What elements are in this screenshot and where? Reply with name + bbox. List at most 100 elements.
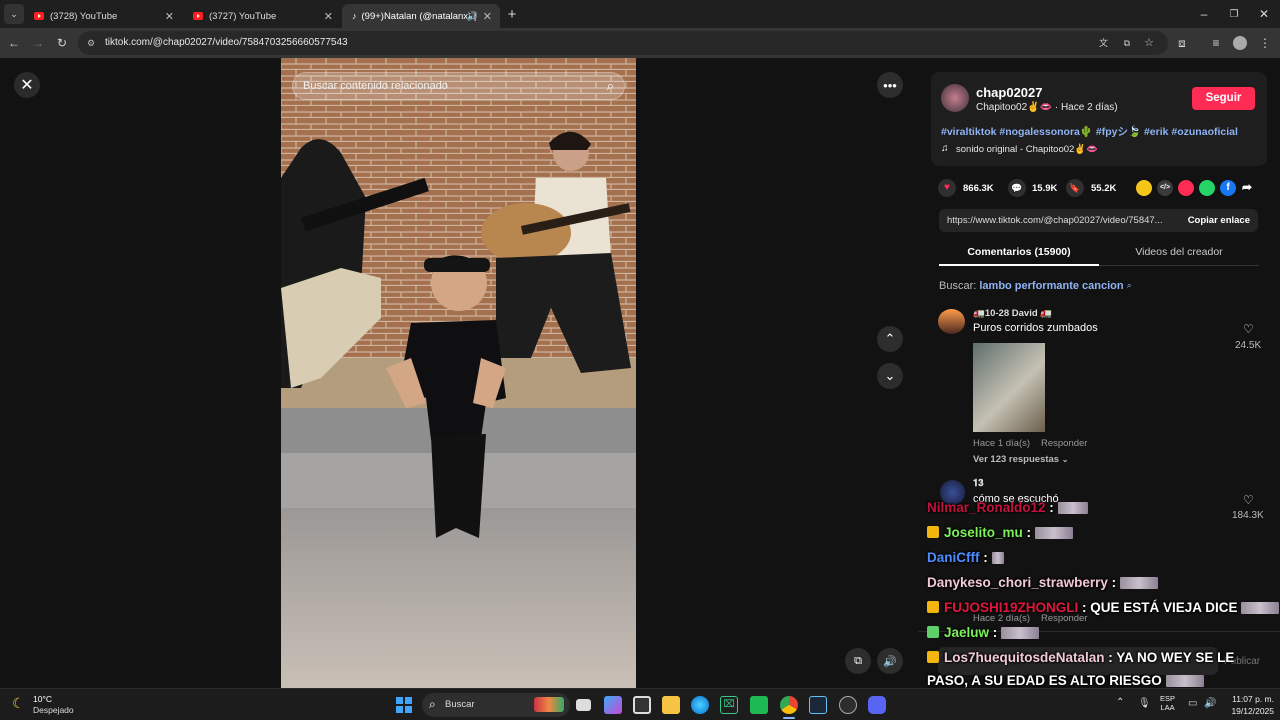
share-arrow-icon[interactable]: ➦ <box>1242 180 1252 194</box>
tab-youtube-1[interactable]: (3728) YouTube ✕ <box>24 4 182 28</box>
facebook-icon[interactable]: f <box>1220 180 1236 196</box>
copy-link-button[interactable]: Copiar enlace <box>1188 215 1250 226</box>
network-icon[interactable]: ▭ <box>1188 698 1197 709</box>
comment-username[interactable]: 🚛10-28 David 🚛 <box>973 308 1052 319</box>
tab-title: (99+)Natalan (@natalanx) | <box>361 10 477 22</box>
embed-icon[interactable]: </> <box>1157 180 1173 196</box>
volume-tray-icon[interactable]: 🔊 <box>1204 698 1216 709</box>
edge-icon[interactable] <box>691 696 709 714</box>
window-close-icon[interactable]: ✕ <box>1254 4 1274 24</box>
xbox-icon[interactable]: ⌧ <box>720 696 738 714</box>
close-icon[interactable]: ✕ <box>483 10 492 23</box>
install-icon[interactable]: ⧉ <box>1124 31 1130 55</box>
comment-like-icon[interactable]: ♡ <box>1243 493 1254 507</box>
tab-comments[interactable]: Comentarios (15900) <box>939 240 1099 266</box>
related-search-input[interactable]: Buscar contenido relacionado <box>303 80 448 92</box>
comment-image[interactable] <box>973 343 1045 432</box>
next-video-icon[interactable]: ⌄ <box>877 363 903 389</box>
translate-icon[interactable]: 文 <box>1099 31 1108 55</box>
comment-icon[interactable]: 💬 <box>1008 179 1026 197</box>
tab-title: (3728) YouTube <box>50 10 118 22</box>
minimize-icon[interactable]: – <box>1194 4 1214 24</box>
discord-icon[interactable] <box>868 696 886 714</box>
chrome-icon[interactable] <box>780 696 798 714</box>
maximize-icon[interactable]: ❐ <box>1224 4 1244 24</box>
crown-badge-icon <box>927 526 939 538</box>
task-view-icon[interactable] <box>576 699 591 711</box>
search-icon[interactable]: ⌕ <box>607 78 614 94</box>
volume-icon[interactable]: 🔊 <box>877 648 903 674</box>
url-text: tiktok.com/@chap02027/video/758470325666… <box>105 37 348 48</box>
windows-taskbar: ☾ 10°C Despejado ⌕ Buscar ⌧ ⌃ ESP LAA 🎙 … <box>0 688 1280 720</box>
steam-icon[interactable] <box>809 696 827 714</box>
related-search-box[interactable]: Buscar contenido relacionado ⌕ <box>292 72 625 100</box>
chat-text: PASO, A SU EDAD ES ALTO RIESGO <box>927 673 1162 688</box>
app-green-icon[interactable] <box>750 696 768 714</box>
chat-message: Los7huequitosdeNatalan : YA NO WEY SE LE <box>927 650 1234 665</box>
profile-avatar[interactable] <box>1230 33 1250 53</box>
bookmark-star-icon[interactable]: ☆ <box>1144 31 1154 55</box>
tab-youtube-2[interactable]: (3727) YouTube ✕ <box>183 4 341 28</box>
sound-name[interactable]: sonido original - Chapitoo02✌️👄 <box>956 144 1098 155</box>
repost-icon[interactable] <box>1136 180 1152 196</box>
lang-bottom: LAA <box>1160 703 1175 712</box>
file-explorer-icon[interactable] <box>662 696 680 714</box>
creator-avatar[interactable] <box>941 84 969 112</box>
hashtags[interactable]: #viraltiktok #nogalessonora🌵 #fpyシ🍃 #eri… <box>941 124 1238 139</box>
language-indicator[interactable]: ESP LAA <box>1160 694 1175 712</box>
close-video-button[interactable]: ✕ <box>14 72 40 98</box>
comment-like-count: 184.3K <box>1232 510 1264 521</box>
comment-like-icon[interactable]: ♡ <box>1243 322 1254 336</box>
reading-list-icon[interactable]: ≡ <box>1206 33 1226 53</box>
address-bar[interactable]: ⚙ tiktok.com/@chap02027/video/7584703256… <box>78 31 1168 55</box>
close-icon[interactable]: ✕ <box>165 10 174 23</box>
lang-top: ESP <box>1160 694 1176 703</box>
search-icon: ⌕ <box>1126 280 1132 290</box>
close-icon[interactable]: ✕ <box>324 10 333 23</box>
chat-emote <box>1165 675 1204 688</box>
video-player[interactable]: Buscar contenido relacionado ⌕ <box>281 58 636 688</box>
browser-toolbar: ← → ↻ ⚙ tiktok.com/@chap02027/video/7584… <box>0 28 1280 58</box>
search-suggestion[interactable]: Buscar: lambo performante cancion ⌕ <box>939 280 1132 292</box>
likes-count: 866.3K <box>963 183 994 194</box>
avatar[interactable] <box>938 309 965 334</box>
follow-button[interactable]: Seguir <box>1192 87 1255 110</box>
reload-icon[interactable]: ↻ <box>52 33 72 53</box>
more-options-icon[interactable]: ••• <box>877 72 903 98</box>
tray-chevron-icon[interactable]: ⌃ <box>1116 697 1124 708</box>
copilot-icon[interactable] <box>604 696 622 714</box>
tab-tiktok[interactable]: ♪ (99+)Natalan (@natalanx) | 🔊 ✕ <box>342 4 500 28</box>
search-suggestion-query[interactable]: lambo performante cancion <box>979 280 1123 292</box>
new-tab-button[interactable]: + <box>502 4 522 24</box>
back-icon[interactable]: ← <box>4 33 24 53</box>
chat-message: DaniCfff : <box>927 550 1004 565</box>
heart-icon[interactable]: ♥ <box>938 179 956 197</box>
obs-icon[interactable] <box>839 696 857 714</box>
previous-video-icon[interactable]: ⌃ <box>877 326 903 352</box>
chat-text: YA NO WEY SE LE <box>1116 650 1235 665</box>
forward-icon[interactable]: → <box>28 33 48 53</box>
taskbar-search[interactable]: ⌕ Buscar <box>422 693 570 717</box>
site-info-icon[interactable]: ⚙ <box>87 31 95 55</box>
chat-message: Jaeluw : <box>927 625 1040 640</box>
picture-in-picture-icon[interactable]: ⧉ <box>845 648 871 674</box>
reply-button[interactable]: Responder <box>1041 438 1087 449</box>
menu-kebab-icon[interactable]: ⋮ <box>1255 33 1275 53</box>
creator-username[interactable]: chap02027 <box>976 85 1043 100</box>
weather-temp: 10°C <box>33 694 52 704</box>
start-windows-icon[interactable] <box>396 697 412 713</box>
view-replies-button[interactable]: Ver 123 respuestas ⌄ <box>973 454 1068 465</box>
whatsapp-icon[interactable] <box>1199 180 1215 196</box>
bookmark-icon[interactable]: 🔖 <box>1066 179 1084 197</box>
comment-username[interactable]: 𝟏𝟑 <box>973 478 984 489</box>
mic-icon[interactable]: 🎙 <box>1138 698 1151 709</box>
share-link[interactable]: https://www.tiktok.com/@chap02027/video/… <box>947 215 1163 226</box>
extensions-icon[interactable]: ⧈ <box>1172 33 1192 53</box>
speaker-icon[interactable]: 🔊 <box>467 11 478 22</box>
store-icon[interactable] <box>633 696 651 714</box>
tab-creator-videos[interactable]: Videos del creador <box>1099 240 1259 266</box>
clock[interactable]: 11:07 p. m. 19/12/2025 <box>1224 694 1274 716</box>
tab-search-chevron-icon[interactable]: ⌄ <box>4 4 24 24</box>
weather-widget[interactable]: ☾ 10°C Despejado <box>12 694 102 716</box>
send-to-friends-icon[interactable] <box>1178 180 1194 196</box>
